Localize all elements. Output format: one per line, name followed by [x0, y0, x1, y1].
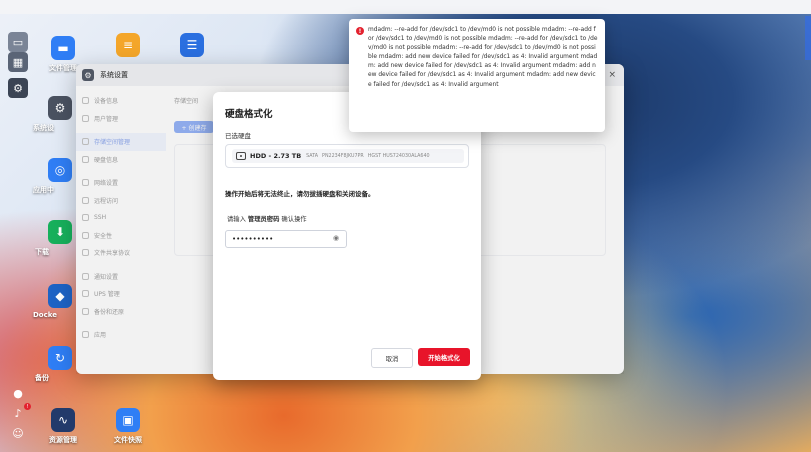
top-bar — [0, 0, 811, 14]
dialog-title: 硬盘格式化 — [225, 109, 273, 120]
desktop-icon-resource-monitor[interactable]: ∿ 资源管理 — [28, 408, 98, 445]
disk-interface: SATA — [306, 153, 319, 159]
desktop-icon-notes[interactable]: ≡ — [93, 33, 163, 57]
format-warning: 操作开始后将无法终止，请勿拔插硬盘和关闭设备。 — [225, 190, 375, 198]
notes-icon: ≡ — [116, 33, 140, 57]
right-edge-widget[interactable] — [805, 16, 811, 60]
start-format-button[interactable]: 开始格式化 — [418, 348, 470, 366]
settings-dock-icon[interactable]: ⚙ — [8, 78, 28, 98]
selected-disk-label: 已选硬盘 — [225, 132, 251, 140]
monitor-icon: ∿ — [51, 408, 75, 432]
user-dock-icon[interactable]: ☺ — [8, 423, 28, 443]
cancel-button[interactable]: 取消 — [371, 348, 413, 368]
error-icon: ! — [356, 27, 364, 35]
admin-password-input[interactable] — [225, 230, 347, 248]
disk-model: HGST HUS724030ALA640 — [367, 153, 430, 159]
selected-disk-item: HDD - 2.73 TB SATA PN2234F8JKU7PR HGST H… — [232, 149, 464, 163]
monitor-dock-icon[interactable]: ▭ — [8, 32, 28, 52]
folder-icon: ▬ — [51, 36, 75, 60]
desktop-icon-server[interactable]: ☰ — [157, 33, 227, 57]
download-icon: ⬇ — [48, 220, 72, 244]
desktop-icon-snapshot[interactable]: ▣ 文件快照 — [93, 408, 163, 445]
password-prompt: 请输入 管理员密码 确认操作 — [227, 216, 307, 223]
hdd-icon — [236, 152, 246, 160]
gear-icon: ⚙ — [48, 96, 72, 120]
backup-icon: ↻ — [48, 346, 72, 370]
server-icon: ☰ — [180, 33, 204, 57]
selected-disk-box: HDD - 2.73 TB SATA PN2234F8JKU7PR HGST H… — [225, 144, 469, 168]
show-password-icon[interactable]: ◉ — [333, 234, 339, 242]
error-message: mdadm: --re-add for /dev/sdc1 to /dev/md… — [368, 27, 598, 88]
docker-icon: ◆ — [48, 284, 72, 308]
apps-dock-icon[interactable]: ▦ — [8, 52, 28, 72]
disk-name: HDD - 2.73 TB — [250, 152, 302, 160]
format-disk-dialog: 硬盘格式化 已选硬盘 HDD - 2.73 TB SATA PN2234F8JK… — [213, 92, 481, 380]
info-dock-icon[interactable]: ● — [8, 383, 28, 403]
store-icon: ◎ — [48, 158, 72, 182]
disk-serial: PN2234F8JKU7PR — [322, 153, 364, 159]
error-toast: ! mdadm: --re-add for /dev/sdc1 to /dev/… — [349, 19, 605, 132]
snapshot-icon: ▣ — [116, 408, 140, 432]
